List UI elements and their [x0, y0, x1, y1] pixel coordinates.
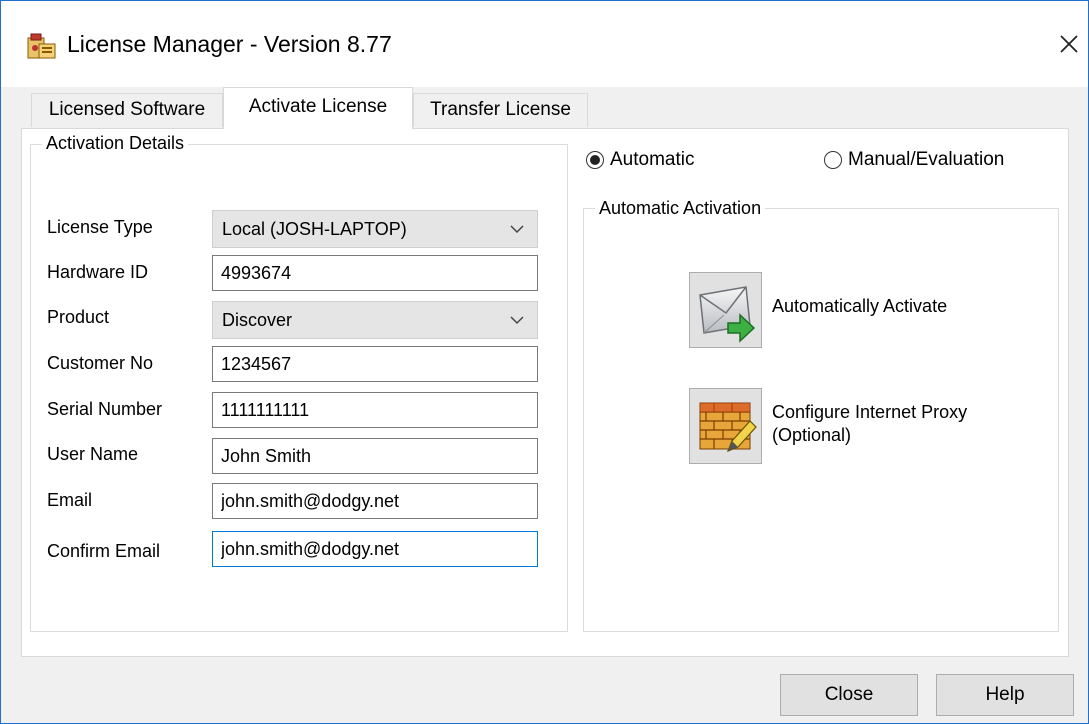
chevron-down-icon [510, 225, 524, 234]
license-type-label: License Type [47, 217, 153, 237]
configure-proxy-label-line2: (Optional) [772, 425, 852, 445]
hardware-id-label: Hardware ID [47, 262, 149, 282]
product-value: Discover [222, 310, 293, 330]
title-bar: License Manager - Version 8.77 [1, 1, 1088, 87]
manual-evaluation-radio[interactable]: Manual/Evaluation [824, 147, 1004, 173]
close-icon [1060, 35, 1078, 53]
close-button[interactable]: Close [780, 674, 918, 716]
license-type-value: Local (JOSH-LAPTOP) [222, 219, 407, 239]
tab-transfer-license[interactable]: Transfer License [413, 93, 588, 127]
window-close-button[interactable] [1049, 23, 1089, 63]
automatic-radio[interactable]: Automatic [586, 147, 694, 173]
confirm-email-label: Confirm Email [47, 541, 161, 561]
configure-proxy-label-line1: Configure Internet Proxy [772, 402, 968, 422]
license-manager-window: License Manager - Version 8.77 Licensed … [0, 0, 1089, 724]
radio-checked-icon [586, 151, 604, 169]
radio-unchecked-icon [824, 151, 842, 169]
manual-evaluation-radio-label: Manual/Evaluation [848, 149, 1005, 170]
tab-activate-license[interactable]: Activate License [223, 87, 413, 129]
serial-number-field[interactable] [212, 392, 538, 428]
hardware-id-field[interactable] [212, 255, 538, 291]
tab-licensed-software[interactable]: Licensed Software [31, 93, 223, 127]
chevron-down-icon [510, 316, 524, 325]
user-name-label: User Name [47, 444, 139, 464]
customer-no-field[interactable] [212, 346, 538, 382]
customer-no-label: Customer No [47, 353, 154, 373]
configure-proxy-button[interactable] [689, 388, 762, 464]
serial-number-label: Serial Number [47, 399, 163, 419]
user-name-field[interactable] [212, 438, 538, 474]
product-select[interactable]: Discover [212, 301, 538, 339]
automatic-radio-label: Automatic [610, 149, 695, 170]
automatically-activate-button[interactable] [689, 272, 762, 348]
envelope-arrow-icon [699, 286, 756, 343]
email-field[interactable] [212, 483, 538, 519]
automatically-activate-label: Automatically Activate [772, 296, 948, 316]
license-type-select[interactable]: Local (JOSH-LAPTOP) [212, 210, 538, 248]
firewall-icon [699, 402, 757, 453]
activation-details-legend: Activation Details [42, 132, 189, 154]
product-label: Product [47, 307, 110, 327]
help-button[interactable]: Help [936, 674, 1074, 716]
confirm-email-field[interactable] [212, 531, 538, 567]
automatic-activation-legend: Automatic Activation [595, 197, 766, 219]
app-icon [27, 33, 56, 59]
window-title: License Manager - Version 8.77 [67, 31, 392, 57]
email-label: Email [47, 490, 93, 510]
configure-proxy-label: Configure Internet Proxy (Optional) [772, 401, 967, 447]
